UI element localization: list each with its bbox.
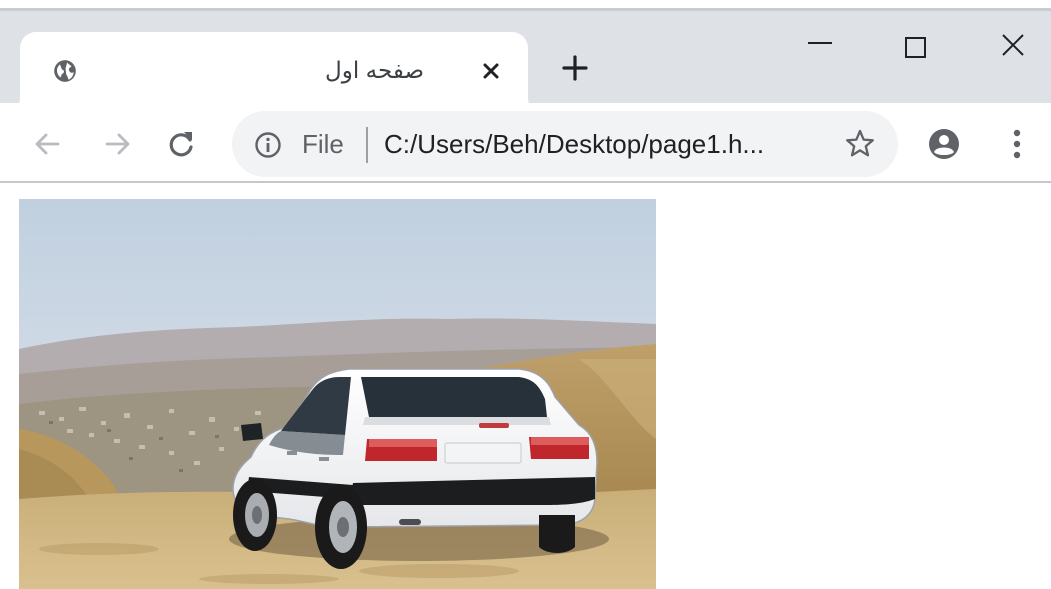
tab-close-icon[interactable] xyxy=(481,61,501,81)
new-tab-button[interactable] xyxy=(560,53,590,83)
forward-button[interactable] xyxy=(101,127,135,161)
url-scheme-label: File xyxy=(302,129,344,159)
tab-active[interactable]: صفحه اول xyxy=(20,32,528,114)
back-button[interactable] xyxy=(30,127,64,161)
info-icon[interactable] xyxy=(254,131,282,159)
car-photo xyxy=(19,199,656,589)
browser-window: صفحه اول File C:/Users/Beh/Desktop/page1… xyxy=(0,0,1051,589)
kebab-menu-icon[interactable] xyxy=(1003,125,1031,163)
maximize-button[interactable] xyxy=(895,33,935,73)
page-content xyxy=(0,183,1051,589)
reload-button[interactable] xyxy=(164,127,198,161)
browser-toolbar: File C:/Users/Beh/Desktop/page1.h... xyxy=(0,103,1051,181)
address-bar[interactable]: File C:/Users/Beh/Desktop/page1.h... xyxy=(232,111,898,177)
minimize-button[interactable] xyxy=(800,33,840,73)
tab-strip: صفحه اول xyxy=(0,11,1051,114)
window-frame xyxy=(0,0,1051,8)
omnibox-separator xyxy=(366,127,368,163)
url-text[interactable]: C:/Users/Beh/Desktop/page1.h... xyxy=(384,129,816,160)
profile-account-icon[interactable] xyxy=(927,127,961,161)
tab-title: صفحه اول xyxy=(325,57,424,83)
bookmark-star-icon[interactable] xyxy=(844,128,876,160)
close-window-button[interactable] xyxy=(995,33,1035,73)
globe-icon xyxy=(54,60,76,82)
